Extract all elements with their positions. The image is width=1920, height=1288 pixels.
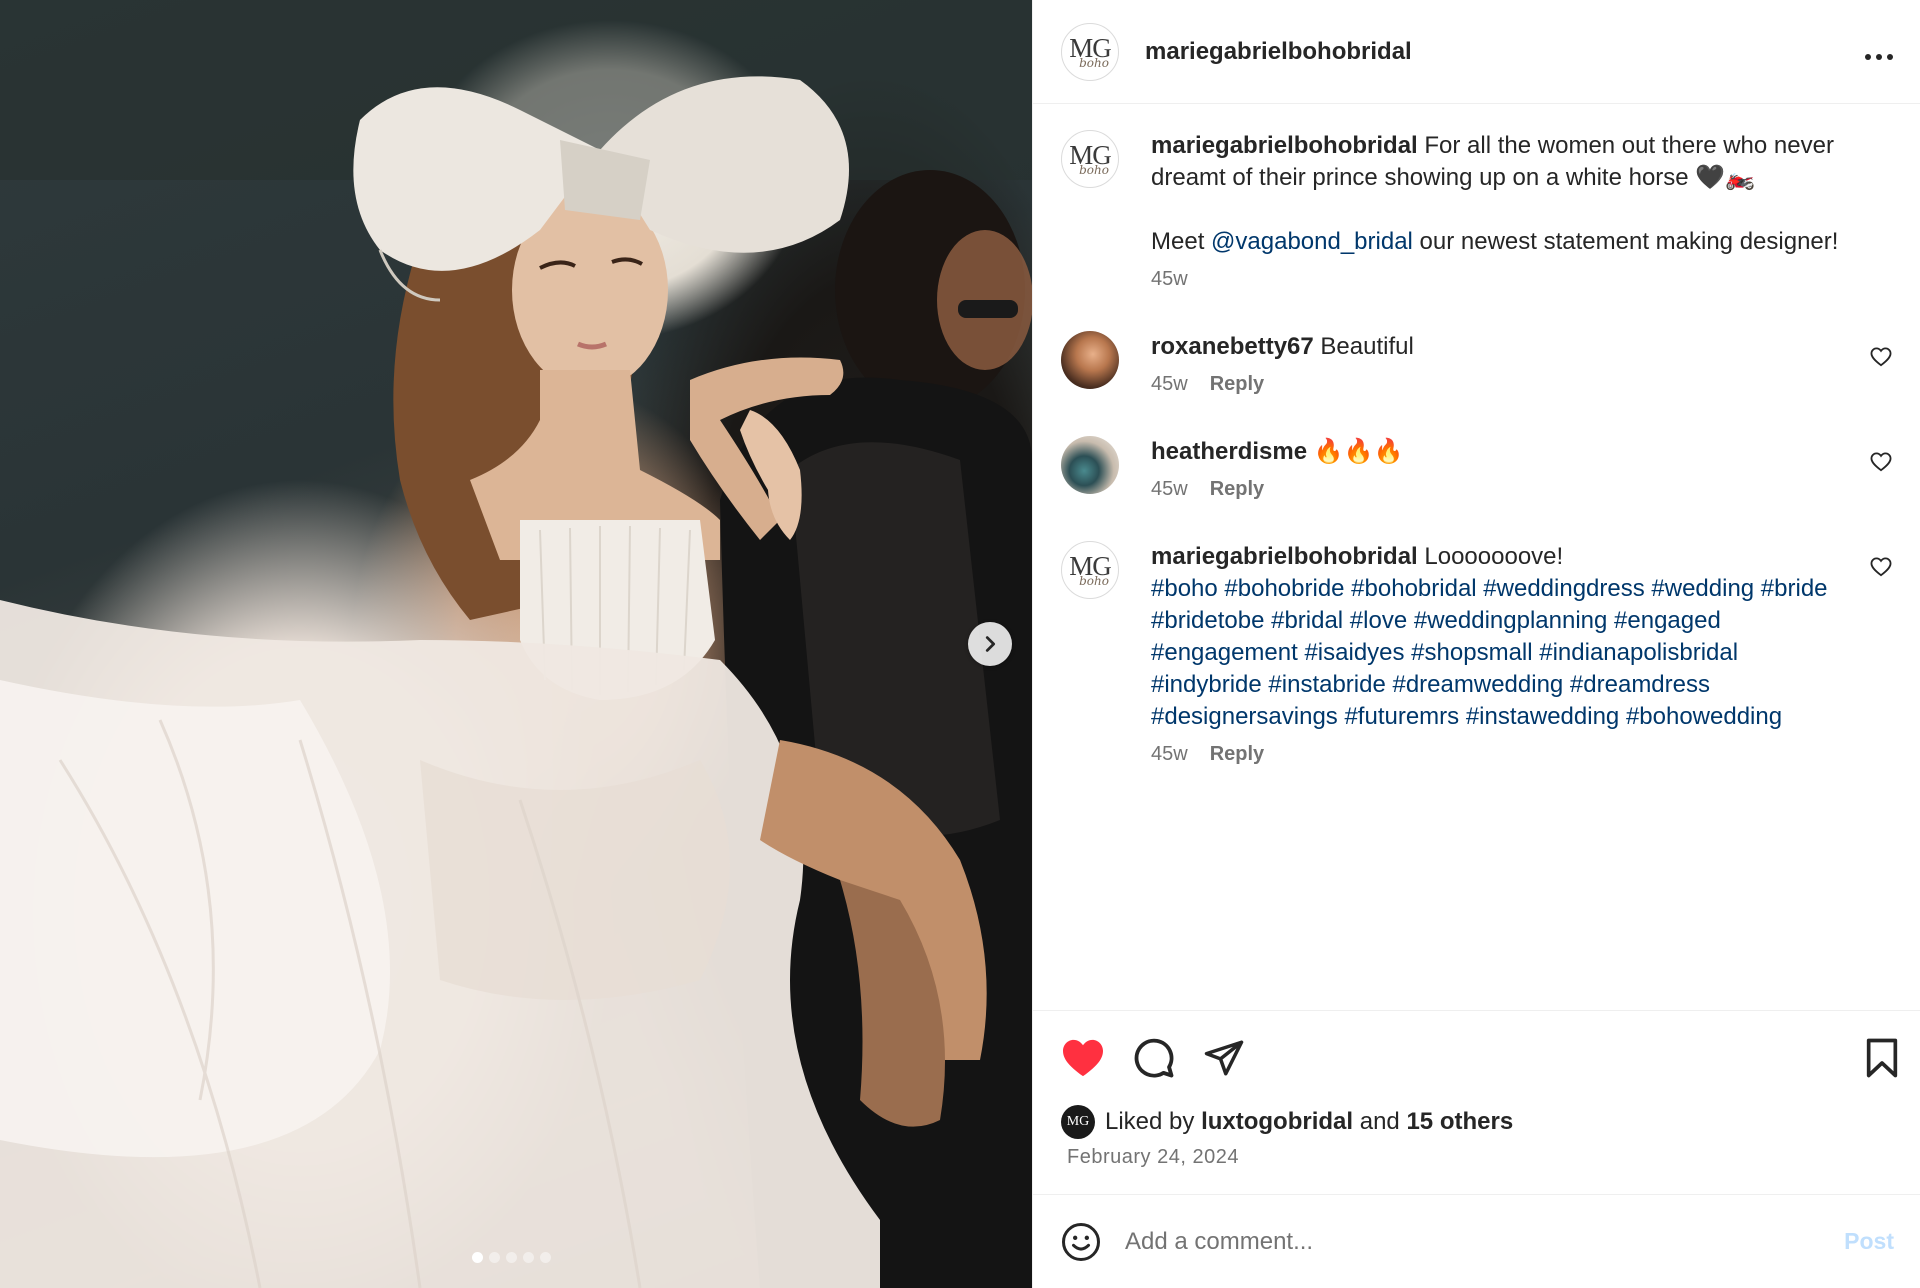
caption-body: mariegabrielbohobridal For all the women… xyxy=(1151,130,1892,291)
caption-prefix: Meet xyxy=(1151,228,1212,255)
caption-time[interactable]: 45w xyxy=(1151,268,1188,291)
comment-text: roxanebetty67 Beautiful xyxy=(1151,331,1852,363)
save-button[interactable] xyxy=(1864,1038,1900,1078)
heart-filled-icon xyxy=(1063,1039,1103,1076)
comment-time[interactable]: 45w xyxy=(1151,743,1188,766)
avatar-script: boho xyxy=(1079,55,1109,70)
carousel-dot-2 xyxy=(489,1252,500,1263)
more-horizontal-icon xyxy=(1865,53,1893,60)
avatar-script: boho xyxy=(1079,163,1109,177)
comment-username[interactable]: roxanebetty67 xyxy=(1151,333,1314,360)
send-icon xyxy=(1204,1040,1244,1075)
mention-link[interactable]: @vagabond_bridal xyxy=(1211,228,1413,255)
post-header: MG boho mariegabrielbohobridal xyxy=(1033,0,1920,104)
emoji-button[interactable] xyxy=(1061,1222,1101,1262)
reply-button[interactable]: Reply xyxy=(1210,743,1264,766)
comment-username[interactable]: heatherdisme xyxy=(1151,438,1307,465)
like-button[interactable] xyxy=(1061,1038,1105,1078)
caption: MG boho mariegabrielbohobridal For all t… xyxy=(1061,130,1892,291)
share-button[interactable] xyxy=(1203,1037,1245,1079)
add-comment-bar: Post xyxy=(1033,1194,1920,1288)
hashtags[interactable]: #boho #bohobride #bohobridal #weddingdre… xyxy=(1151,573,1852,733)
comment-body: heatherdisme 🔥🔥🔥 45w Reply xyxy=(1151,436,1892,501)
heart-outline-icon xyxy=(1870,452,1892,472)
action-bar xyxy=(1033,1010,1920,1104)
comment-button[interactable] xyxy=(1133,1037,1175,1079)
instagram-post-modal: MG boho mariegabrielbohobridal MG boho m xyxy=(0,0,1920,1288)
caption-meta: 45w xyxy=(1151,268,1852,291)
reply-button[interactable]: Reply xyxy=(1210,478,1264,501)
caption-text: mariegabrielbohobridal For all the women… xyxy=(1151,130,1852,194)
comment-item: MG boho mariegabrielbohobridal Looooooov… xyxy=(1061,541,1892,766)
likes-summary: MG Liked by luxtogobridal and 15 others xyxy=(1033,1104,1920,1140)
liker-avatar[interactable]: MG xyxy=(1061,1105,1095,1139)
comment-time[interactable]: 45w xyxy=(1151,373,1188,396)
avatar-script: boho xyxy=(1079,574,1109,588)
like-comment-button[interactable] xyxy=(1870,557,1892,582)
caption-text-2: Meet @vagabond_bridal our newest stateme… xyxy=(1151,226,1852,258)
likes-prefix: Liked by xyxy=(1105,1108,1202,1135)
carousel-dot-5 xyxy=(540,1252,551,1263)
post-sidebar: MG boho mariegabrielbohobridal MG boho m xyxy=(1032,0,1920,1288)
likes-others-link[interactable]: 15 others xyxy=(1406,1108,1513,1135)
comment-content: 🔥🔥🔥 xyxy=(1307,438,1404,465)
caption-username[interactable]: mariegabrielbohobridal xyxy=(1151,132,1418,159)
post-comment-button[interactable]: Post xyxy=(1844,1228,1894,1255)
avatar[interactable] xyxy=(1061,331,1119,389)
carousel-dot-4 xyxy=(523,1252,534,1263)
next-slide-button[interactable] xyxy=(968,622,1012,666)
avatar[interactable]: MG boho xyxy=(1061,130,1119,188)
emoji-icon xyxy=(1062,1222,1100,1261)
carousel-indicator xyxy=(472,1252,551,1263)
avatar[interactable] xyxy=(1061,436,1119,494)
comment-text: heatherdisme 🔥🔥🔥 xyxy=(1151,436,1852,468)
comment-meta: 45w Reply xyxy=(1151,478,1852,501)
carousel-dot-3 xyxy=(506,1252,517,1263)
avatar[interactable]: MG boho xyxy=(1061,541,1119,599)
more-options-button[interactable] xyxy=(1864,35,1894,69)
caption-suffix: our newest statement making designer! xyxy=(1412,228,1839,255)
comment-item: roxanebetty67 Beautiful 45w Reply xyxy=(1061,331,1892,396)
comment-input[interactable] xyxy=(1125,1227,1845,1256)
photo-scene xyxy=(0,0,1032,1288)
comment-content: Beautiful xyxy=(1313,333,1414,360)
like-comment-button[interactable] xyxy=(1870,452,1892,477)
likes-text: Liked by luxtogobridal and 15 others xyxy=(1105,1108,1513,1136)
comment-item: heatherdisme 🔥🔥🔥 45w Reply xyxy=(1061,436,1892,501)
carousel-dot-1 xyxy=(472,1252,483,1263)
chevron-right-icon xyxy=(985,636,996,652)
bookmark-icon xyxy=(1866,1038,1898,1077)
comment-meta: 45w Reply xyxy=(1151,743,1852,766)
comment-content: Looooooove! xyxy=(1417,543,1564,570)
reply-button[interactable]: Reply xyxy=(1210,373,1264,396)
comment-body: mariegabrielbohobridal Looooooove! #boho… xyxy=(1151,541,1892,766)
likes-middle: and xyxy=(1353,1108,1407,1135)
heart-outline-icon xyxy=(1870,347,1892,367)
liker-username[interactable]: luxtogobridal xyxy=(1201,1108,1353,1135)
like-comment-button[interactable] xyxy=(1870,347,1892,372)
comment-meta: 45w Reply xyxy=(1151,373,1852,396)
comment-username[interactable]: mariegabrielbohobridal xyxy=(1151,543,1418,570)
post-date[interactable]: February 24, 2024 xyxy=(1033,1140,1920,1194)
avatar[interactable]: MG boho xyxy=(1061,22,1119,81)
heart-outline-icon xyxy=(1870,557,1892,577)
comment-body: roxanebetty67 Beautiful 45w Reply xyxy=(1151,331,1892,396)
comment-bubble-icon xyxy=(1134,1038,1174,1078)
header-username[interactable]: mariegabrielbohobridal xyxy=(1145,38,1864,66)
comment-text: mariegabrielbohobridal Looooooove! xyxy=(1151,541,1852,573)
comments-section[interactable]: MG boho mariegabrielbohobridal For all t… xyxy=(1033,104,1920,1010)
post-photo[interactable] xyxy=(0,0,1032,1288)
comment-time[interactable]: 45w xyxy=(1151,478,1188,501)
